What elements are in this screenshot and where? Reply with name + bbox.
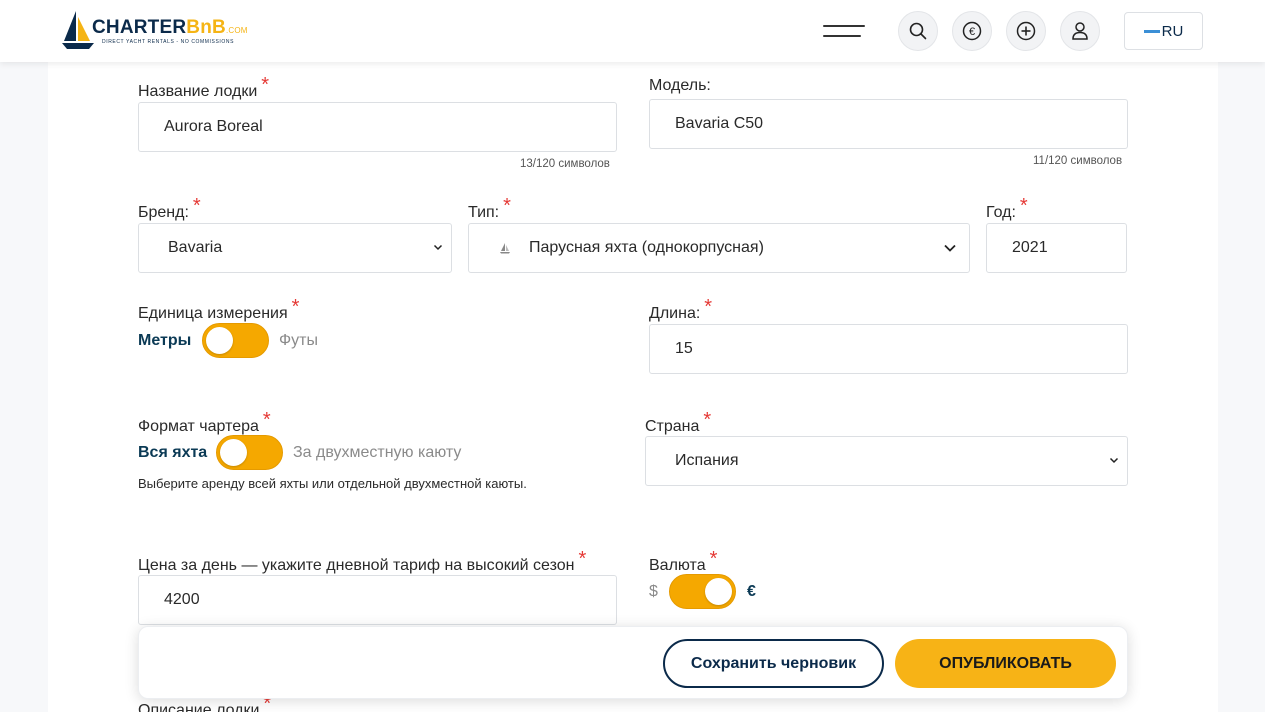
sailboat-logo-icon [62, 11, 94, 49]
currency-option-eur[interactable]: € [747, 583, 756, 601]
toggle-knob [206, 327, 233, 354]
save-draft-button[interactable]: Сохранить черновик [663, 639, 884, 688]
price-input[interactable] [138, 575, 617, 625]
user-icon [1072, 22, 1088, 40]
currency-option-usd[interactable]: $ [649, 583, 658, 601]
description-label: Описание лодки * [138, 693, 272, 712]
chevron-down-icon [944, 244, 956, 252]
chevron-down-icon [1109, 457, 1119, 464]
logo-tagline: DIRECT YACHT RENTALS - NO COMMISSIONS [102, 39, 235, 45]
boat-name-input[interactable] [138, 102, 617, 152]
model-counter: 11/120 символов [1033, 155, 1123, 167]
unit-option-meters[interactable]: Метры [138, 332, 191, 350]
unit-toggle[interactable] [202, 323, 269, 358]
year-label: Год: * [986, 195, 1028, 221]
length-label: Длина: * [649, 296, 713, 322]
charter-format-toggle[interactable] [216, 435, 283, 470]
svg-text:€: € [969, 26, 975, 38]
boat-name-counter: 13/120 символов [520, 158, 610, 170]
flag-icon [1143, 30, 1160, 33]
type-selected-value: Парусная яхта (однокорпусная) [529, 239, 764, 256]
publish-button[interactable]: ОПУБЛИКОВАТЬ [895, 639, 1116, 688]
year-input[interactable] [986, 223, 1127, 273]
charter-format-option-cabin[interactable]: За двухместную каюту [293, 444, 461, 462]
country-selected-value: Испания [675, 452, 739, 469]
brand-select[interactable]: Bavaria [138, 223, 452, 273]
charter-format-option-whole[interactable]: Вся яхта [138, 444, 207, 462]
type-label: Тип: * [468, 195, 511, 221]
charter-format-hint: Выберите аренду всей яхты или отдельной … [138, 476, 527, 491]
chevron-down-icon [433, 244, 443, 251]
euro-icon: € [962, 21, 982, 41]
language-selector[interactable]: RU [1124, 12, 1203, 50]
currency-label: Валюта * [649, 548, 718, 574]
unit-label: Единица измерения * [138, 296, 300, 322]
required-mark: * [261, 74, 270, 96]
language-label: RU [1161, 22, 1184, 40]
sailboat-icon [500, 243, 510, 254]
length-input[interactable] [649, 324, 1128, 374]
top-header: CHARTERBnB.COM DIRECT YACHT RENTALS - NO… [0, 0, 1265, 62]
toggle-knob [220, 439, 247, 466]
type-select[interactable]: Парусная яхта (однокорпусная) [468, 223, 970, 273]
add-icon [1016, 21, 1036, 41]
brand-label: Бренд: * [138, 195, 201, 221]
boat-name-label: Название лодки * [138, 74, 270, 100]
price-label: Цена за день — укажите дневной тариф на … [138, 548, 587, 574]
search-icon [909, 22, 927, 40]
charter-format-label: Формат чартера * [138, 409, 271, 435]
model-input[interactable] [649, 99, 1128, 149]
brand-selected-value: Bavaria [168, 239, 223, 256]
toggle-knob [705, 578, 732, 605]
form-action-bar: Сохранить черновик ОПУБЛИКОВАТЬ [138, 626, 1128, 699]
add-listing-button[interactable] [1006, 11, 1046, 51]
search-button[interactable] [898, 11, 938, 51]
currency-toggle[interactable] [669, 574, 736, 609]
country-label: Страна * [645, 409, 712, 435]
charterbnb-logo[interactable]: CHARTERBnB.COM DIRECT YACHT RENTALS - NO… [62, 9, 252, 51]
currency-button[interactable]: € [952, 11, 992, 51]
logo-wordmark: CHARTERBnB.COM [92, 17, 248, 38]
unit-option-feet[interactable]: Футы [279, 332, 318, 350]
menu-icon[interactable] [823, 22, 865, 40]
country-select[interactable]: Испания [645, 436, 1128, 486]
model-label: Модель: [649, 77, 711, 94]
account-button[interactable] [1060, 11, 1100, 51]
